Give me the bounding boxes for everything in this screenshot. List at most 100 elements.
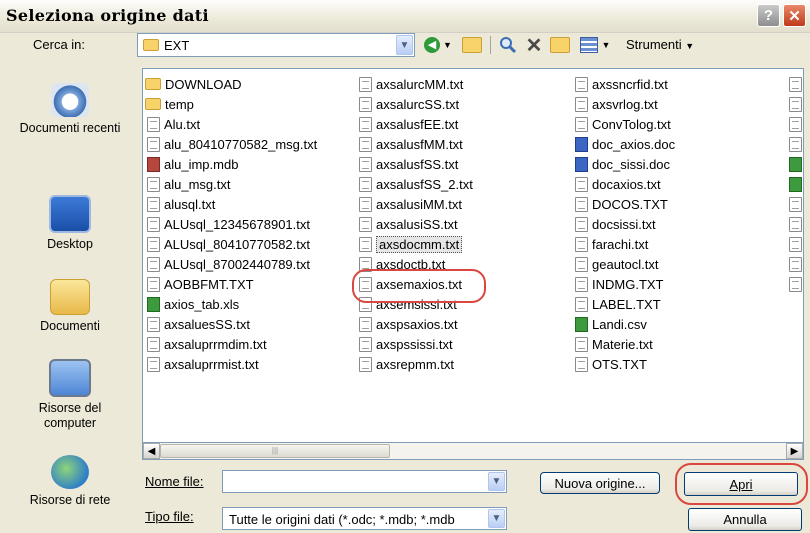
file-name: docaxios.txt [592,176,661,192]
file-item[interactable]: axsaluprrmist.txt [145,354,317,374]
help-button[interactable]: ? [757,4,780,27]
file-item[interactable]: axsemsissi.txt [357,294,473,314]
file-column: DOWNLOAD temp Alu.txt alu_80410770582_msg.t… [145,74,317,374]
file-item[interactable]: axsemaxios.txt [357,274,473,294]
file-item[interactable]: axsaluesSS.txt [145,314,317,334]
look-in-value: EXT [164,38,190,53]
file-item[interactable]: axios_tab.xls [145,294,317,314]
file-item-partial[interactable] [787,254,803,274]
new-source-button[interactable]: Nuova origine... [540,472,660,494]
file-item[interactable]: axssncrfid.txt [573,74,675,94]
up-folder-button[interactable] [460,33,484,57]
place-recent-documents[interactable]: Documenti recenti [6,83,134,136]
file-item[interactable]: ALUsql_87002440789.txt [145,254,317,274]
file-item[interactable]: geautocl.txt [573,254,675,274]
file-item[interactable]: axsalurcSS.txt [357,94,473,114]
scroll-left-button[interactable]: ◀ [143,443,160,459]
file-item[interactable]: Materie.txt [573,334,675,354]
file-item[interactable]: axsdocmm.txt [357,234,473,254]
file-item[interactable]: axsaluprrmdim.txt [145,334,317,354]
file-item[interactable]: AOBBFMT.TXT [145,274,317,294]
file-item-partial[interactable] [787,194,803,214]
txt-file-icon [359,276,372,292]
file-item[interactable]: axsalusfEE.txt [357,114,473,134]
file-item-partial[interactable] [787,154,803,174]
file-item[interactable]: Landi.csv [573,314,675,334]
file-item[interactable]: farachi.txt [573,234,675,254]
file-item[interactable]: ALUsql_12345678901.txt [145,214,317,234]
file-item[interactable]: axsalusfSS.txt [357,154,473,174]
file-item[interactable]: DOWNLOAD [145,74,317,94]
place-network[interactable]: Risorse di rete [6,455,134,508]
file-name: alu_80410770582_msg.txt [164,136,318,152]
chevron-down-icon[interactable]: ▼ [488,472,505,491]
file-item[interactable]: alusql.txt [145,194,317,214]
txt-file-icon [147,116,160,132]
scroll-thumb[interactable]: ||| [160,444,390,458]
file-item-partial[interactable] [787,174,803,194]
chevron-down-icon[interactable]: ▼ [396,35,413,55]
delete-button[interactable]: ✕ [522,33,546,57]
new-folder-button[interactable] [548,33,572,57]
file-item-partial[interactable] [787,74,803,94]
txt-file-icon [575,96,588,112]
file-name: DOWNLOAD [165,76,242,92]
open-button[interactable]: Apri [684,472,798,496]
file-name: farachi.txt [592,236,649,252]
place-desktop[interactable]: Desktop [6,195,134,252]
file-item[interactable]: Alu.txt [145,114,317,134]
close-button[interactable]: ✕ [783,4,806,27]
search-web-button[interactable] [496,33,520,57]
place-my-computer[interactable]: Risorse del computer [6,359,134,431]
file-item[interactable]: alu_80410770582_msg.txt [145,134,317,154]
file-item-partial[interactable] [787,214,803,234]
place-documents[interactable]: Documenti [6,279,134,334]
look-in-combo[interactable]: EXT ▼ [137,33,415,57]
horizontal-scrollbar[interactable]: ◀ ||| ▶ [142,443,804,460]
file-item[interactable]: ALUsql_80410770582.txt [145,234,317,254]
txt-file-icon [575,356,588,372]
file-item[interactable]: temp [145,94,317,114]
filetype-select[interactable]: Tutte le origini dati (*.odc; *.mdb; *.m… [222,507,507,530]
file-item[interactable]: axsalusfMM.txt [357,134,473,154]
file-item[interactable]: axsvrlog.txt [573,94,675,114]
recent-documents-icon [51,83,89,117]
file-item[interactable]: axsalusfSS_2.txt [357,174,473,194]
file-item[interactable]: axsrepmm.txt [357,354,473,374]
file-item[interactable]: doc_sissi.doc [573,154,675,174]
file-item[interactable]: alu_imp.mdb [145,154,317,174]
chevron-down-icon[interactable]: ▼ [488,509,505,528]
tools-menu[interactable]: Strumenti ▼ [626,37,694,52]
file-item[interactable]: doc_axios.doc [573,134,675,154]
file-item-partial[interactable] [787,94,803,114]
file-item-partial[interactable] [787,114,803,134]
file-column [787,74,803,294]
file-item[interactable]: axsalurcMM.txt [357,74,473,94]
file-item-partial[interactable] [787,234,803,254]
file-item[interactable]: axsalusiMM.txt [357,194,473,214]
file-name: alu_msg.txt [164,176,231,192]
back-button[interactable]: ◀ ▼ [420,33,456,57]
file-item[interactable]: INDMG.TXT [573,274,675,294]
file-item[interactable]: ConvTolog.txt [573,114,675,134]
doc-file-icon [575,136,588,152]
file-item[interactable]: LABEL.TXT [573,294,675,314]
txt-file-icon [359,296,372,312]
file-item[interactable]: docaxios.txt [573,174,675,194]
file-item[interactable]: axspsaxios.txt [357,314,473,334]
views-button[interactable]: ▼ [575,33,615,57]
file-item[interactable]: alu_msg.txt [145,174,317,194]
file-item[interactable]: axsalusiSS.txt [357,214,473,234]
file-item-partial[interactable] [787,134,803,154]
file-item[interactable]: DOCOS.TXT [573,194,675,214]
scroll-right-button[interactable]: ▶ [786,443,803,459]
file-item[interactable]: OTS.TXT [573,354,675,374]
file-item[interactable]: axspssissi.txt [357,334,473,354]
file-name: axsvrlog.txt [592,96,658,112]
file-list[interactable]: DOWNLOAD temp Alu.txt alu_80410770582_msg.t… [142,68,804,443]
file-item-partial[interactable] [787,274,803,294]
file-item[interactable]: docsissi.txt [573,214,675,234]
cancel-button[interactable]: Annulla [688,508,802,531]
filename-input[interactable]: ▼ [222,470,507,493]
file-item[interactable]: axsdoctb.txt [357,254,473,274]
